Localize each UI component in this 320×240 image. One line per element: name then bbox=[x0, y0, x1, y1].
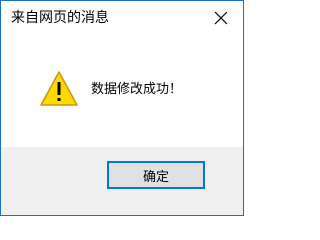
dialog-title: 来自网页的消息 bbox=[11, 10, 109, 26]
dialog-message: 数据修改成功！ bbox=[91, 82, 183, 97]
warning-icon bbox=[40, 71, 78, 106]
close-icon bbox=[214, 11, 228, 25]
close-button[interactable] bbox=[199, 1, 243, 35]
dialog-content: 数据修改成功！ bbox=[1, 35, 243, 147]
ok-button[interactable]: 确定 bbox=[107, 161, 205, 189]
message-dialog: 来自网页的消息 数据修改成功！ 确定 bbox=[0, 0, 244, 216]
dialog-footer: 确定 bbox=[1, 147, 243, 215]
title-bar[interactable]: 来自网页的消息 bbox=[1, 1, 243, 35]
